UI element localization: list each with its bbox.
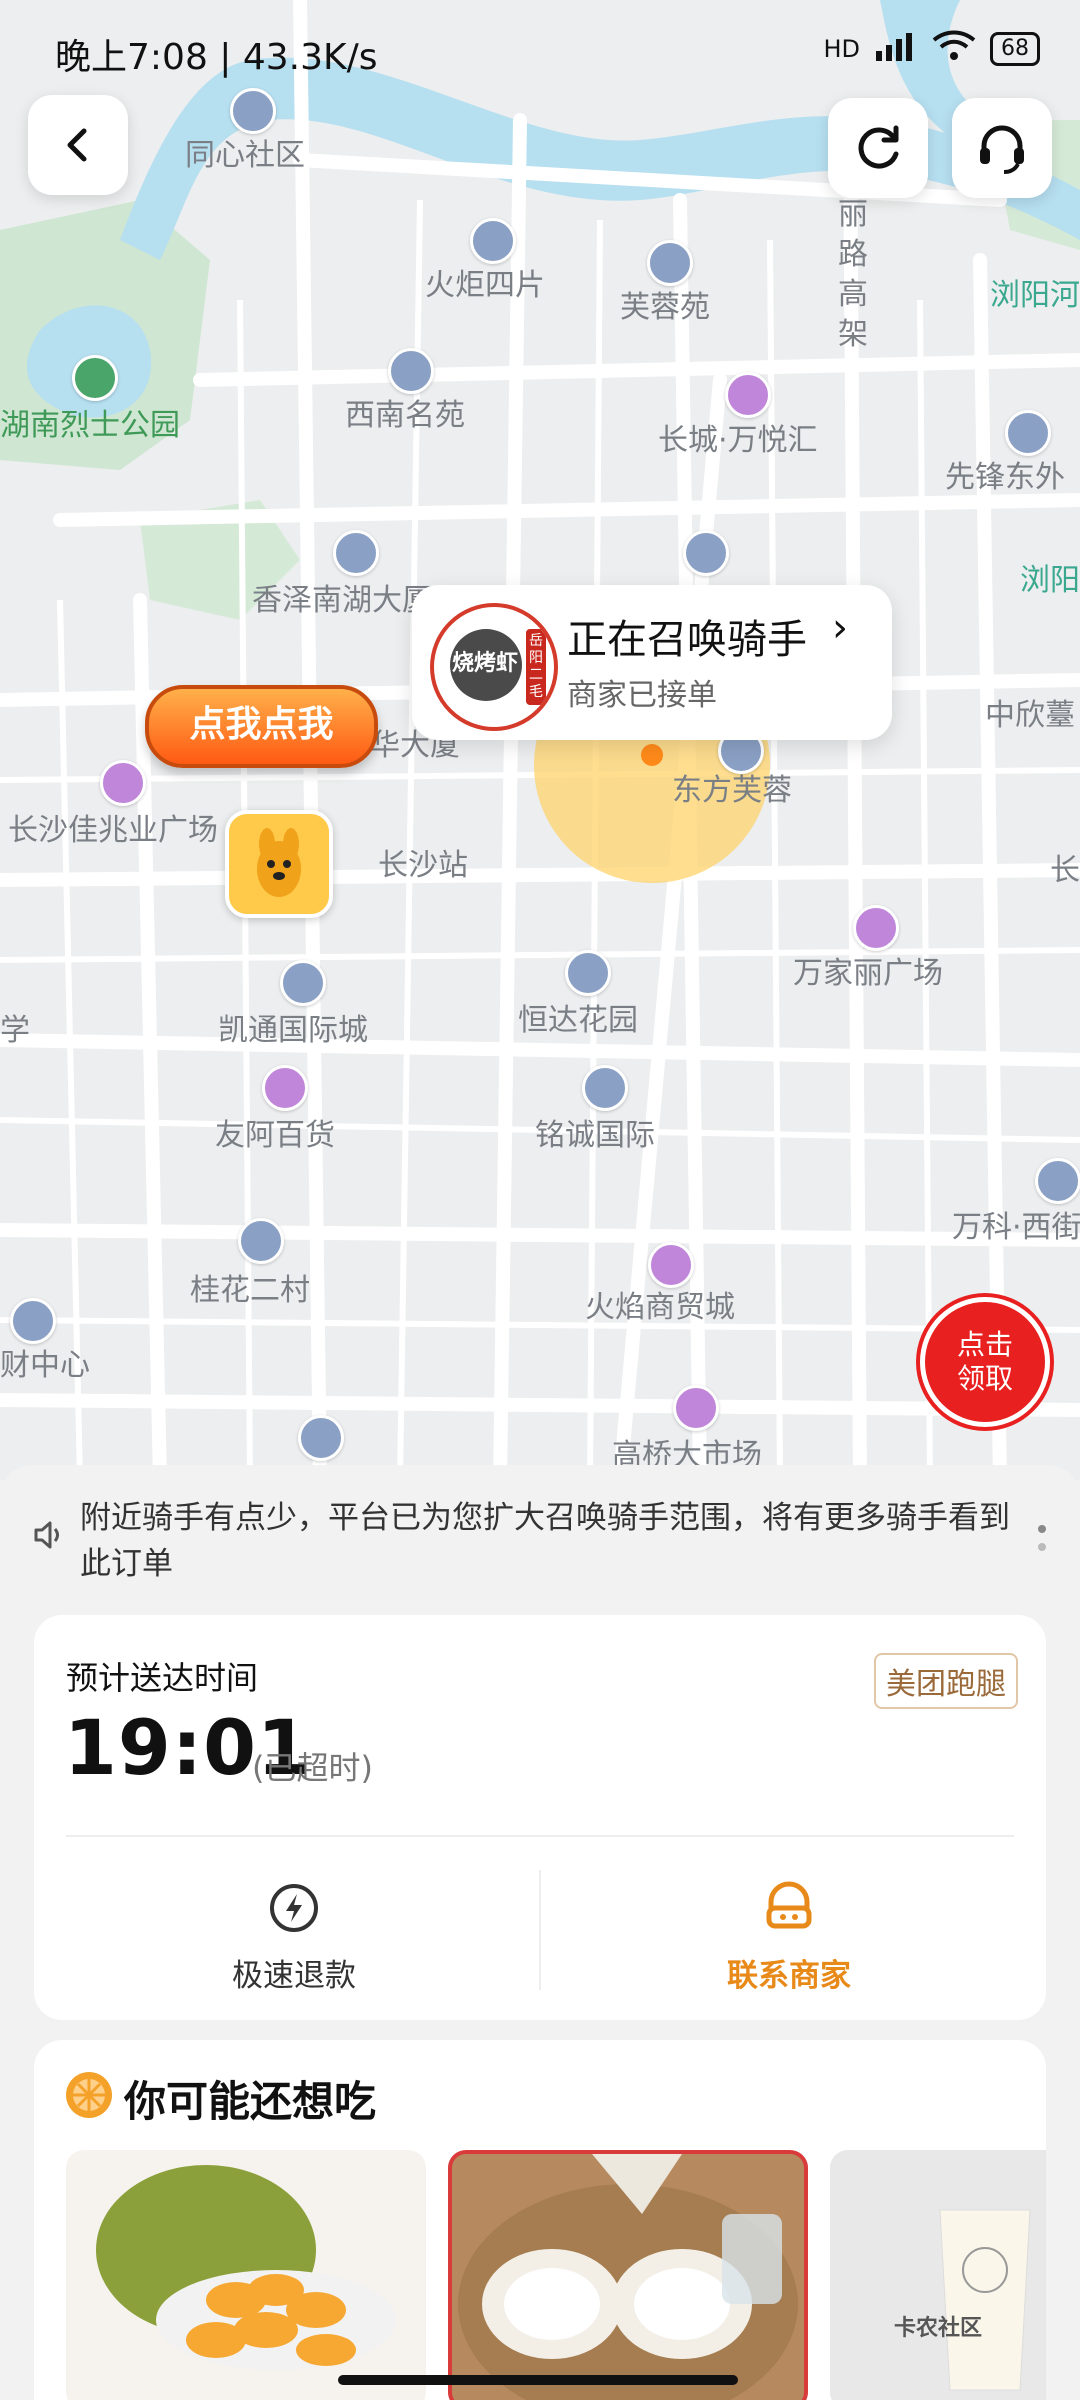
- poi-marker-icon: [565, 950, 611, 996]
- poi-marker-icon: [1035, 1158, 1080, 1204]
- map-poi-label: 火炬四片: [425, 268, 545, 303]
- map-poi-label: 桂花二村: [190, 1273, 310, 1308]
- speaker-icon: [34, 1521, 59, 1549]
- shop-marker-icon: [648, 1242, 694, 1288]
- shop-marker-icon: [673, 1385, 719, 1431]
- network-label: HD: [823, 35, 860, 63]
- poi-marker-icon: [280, 960, 326, 1006]
- map-poi-label: 浏阳: [1020, 563, 1080, 598]
- map-poi-label: 长沙站: [378, 848, 468, 883]
- back-button[interactable]: [28, 95, 128, 195]
- eta-overdue-note: (已超时): [252, 1749, 373, 1787]
- quick-refund-button[interactable]: 极速退款: [129, 1870, 459, 2000]
- refresh-icon: [858, 125, 899, 169]
- eta-label: 预计送达时间: [66, 1659, 259, 1697]
- merchant-logo-text: 烧烤虾: [452, 651, 519, 676]
- map-poi-label: 西南名苑: [345, 398, 465, 433]
- poi-marker-icon: [647, 240, 693, 286]
- rider-mascot-icon[interactable]: [225, 810, 333, 918]
- merchant-logo: 烧烤虾 岳阳二毛: [430, 603, 558, 731]
- rider-status-callout[interactable]: 烧烤虾 岳阳二毛 正在召唤骑手 商家已接单 ›: [412, 585, 892, 740]
- food-item-jackfruit[interactable]: [66, 2150, 426, 2400]
- delivery-card: 预计送达时间 美团跑腿 19:01 (已超时) 极速退款 联系商家: [34, 1615, 1046, 2020]
- shop-marker-icon: [853, 905, 899, 951]
- merchant-logo-side-text: 岳阳二毛: [529, 633, 543, 700]
- map-poi-label: 长沙佳兆业广场: [8, 813, 218, 848]
- map-poi-label: 恒达花园: [518, 1003, 638, 1038]
- shop-marker-icon: [262, 1065, 308, 1111]
- poi-marker-icon: [333, 530, 379, 576]
- map-poi-label: 财中心: [0, 1348, 90, 1383]
- home-indicator[interactable]: [338, 2375, 738, 2385]
- park-marker-icon: [72, 355, 118, 401]
- map-poi-label: 友阿百货: [215, 1118, 335, 1153]
- map-poi-label: 万家丽广场: [793, 956, 943, 991]
- map-poi-label: 先锋东外: [945, 460, 1065, 495]
- map-poi-label: 铭诚国际: [535, 1118, 655, 1153]
- status-time: 晚上7:08 | 43.3K/s: [55, 37, 378, 78]
- map-poi-label: 长: [1050, 853, 1080, 888]
- food-item-drink[interactable]: [830, 2150, 1046, 2400]
- map-poi-label: 丽路高架: [838, 197, 868, 352]
- map-poi-label: 万科·西街: [952, 1210, 1080, 1245]
- status-icons: HD 68: [823, 30, 1040, 68]
- map-poi-label: 浏阳河: [990, 278, 1080, 313]
- contact-merchant-label: 联系商家: [727, 1958, 851, 1994]
- map-poi-label: 长城·万悦汇: [658, 423, 818, 458]
- orange-slice-icon: [66, 2072, 112, 2118]
- claim-line1: 点击: [956, 1328, 1013, 1361]
- headset-icon: [980, 125, 1024, 174]
- customer-service-button[interactable]: [952, 98, 1052, 198]
- divider: [66, 1835, 1014, 1837]
- contact-merchant-button[interactable]: 联系商家: [624, 1870, 954, 2000]
- map-poi-label: 芙蓉苑: [620, 290, 710, 325]
- poi-marker-icon: [238, 1218, 284, 1264]
- recommendation-card: 你可能还想吃 卡农社区: [34, 2040, 1046, 2400]
- food-item-coconut[interactable]: [448, 2150, 808, 2400]
- poi-marker-icon: [388, 348, 434, 394]
- merchant-icon: [766, 1881, 812, 1929]
- claim-line2: 领取: [956, 1362, 1013, 1395]
- poi-marker-icon: [470, 218, 516, 264]
- map-poi-label: 学: [0, 1013, 30, 1048]
- signal-icon: [874, 31, 918, 67]
- claim-reward-button[interactable]: 点击 领取: [920, 1297, 1050, 1427]
- battery-icon: 68: [990, 32, 1040, 66]
- lightning-icon: [270, 1884, 318, 1932]
- poi-marker-icon: [298, 1415, 344, 1461]
- map-poi-label: 香泽南湖大厦: [252, 583, 432, 618]
- map-poi-label: 凯通国际城: [218, 1013, 368, 1048]
- courier-tag: 美团跑腿: [874, 1653, 1018, 1709]
- more-dots-icon[interactable]: [1038, 1525, 1046, 1551]
- map-poi-label: 中欣薹: [985, 698, 1075, 733]
- recommendation-title: 你可能还想吃: [124, 2077, 377, 2126]
- rider-notice: 附近骑手有点少，平台已为您扩大召唤骑手范围，将有更多骑手看到此订单: [30, 1495, 1046, 1595]
- wifi-icon: [932, 30, 976, 68]
- watermark-text: 卡农社区: [894, 2316, 983, 2341]
- callout-subtitle: 商家已接单: [567, 678, 717, 713]
- map-poi-label: 火焰商贸城: [585, 1290, 735, 1325]
- chevron-left-icon: [67, 128, 87, 162]
- map-poi-label: 同心社区: [185, 138, 305, 173]
- quick-refund-label: 极速退款: [232, 1958, 356, 1994]
- poi-marker-icon: [10, 1298, 56, 1344]
- chevron-right-icon: ›: [832, 605, 848, 651]
- poi-marker-icon: [582, 1065, 628, 1111]
- promo-button[interactable]: 点我点我: [145, 685, 378, 768]
- callout-title: 正在召唤骑手: [567, 617, 807, 663]
- notice-text: 附近骑手有点少，平台已为您扩大召唤骑手范围，将有更多骑手看到此订单: [80, 1500, 1010, 1582]
- status-bar: 晚上7:08 | 43.3K/s HD 68: [0, 0, 1080, 100]
- divider: [539, 1870, 541, 1990]
- shop-marker-icon: [725, 372, 771, 418]
- poi-marker-icon: [683, 530, 729, 576]
- shop-marker-icon: [100, 760, 146, 806]
- poi-marker-icon: [1005, 410, 1051, 456]
- refresh-button[interactable]: [828, 98, 928, 198]
- map-poi-label: 湖南烈士公园: [0, 408, 180, 443]
